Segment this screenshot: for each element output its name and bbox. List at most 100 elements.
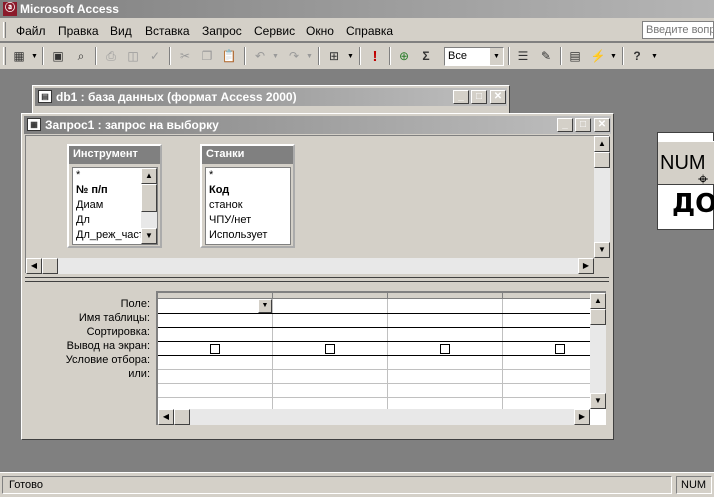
help-question-input[interactable] [642, 21, 714, 39]
table-title[interactable]: Инструмент [69, 146, 160, 164]
toolbar-grip [3, 47, 6, 65]
top-values-text: Все [448, 50, 467, 62]
field-cell-active[interactable]: ▼ [158, 299, 272, 313]
query-type-dropdown-icon[interactable]: ▼ [347, 53, 354, 60]
field-item[interactable]: Дл [73, 213, 143, 228]
scroll-down-icon[interactable]: ▼ [141, 228, 157, 244]
menu-view[interactable]: Вид [110, 24, 132, 38]
menu-query[interactable]: Запрос [202, 24, 242, 38]
field-item[interactable]: Дл_реж_част [73, 228, 143, 243]
undo-dropdown-icon[interactable]: ▼ [272, 53, 279, 60]
scroll-up-icon[interactable]: ▲ [594, 136, 610, 152]
scroll-down-icon[interactable]: ▼ [590, 393, 606, 409]
minimize-button[interactable]: _ [557, 118, 573, 132]
table-box-machines[interactable]: Станки * Код станок ЧПУ/нет Использует [200, 144, 295, 248]
redo-icon[interactable]: ↷ [284, 47, 304, 65]
field-list-scrollbar[interactable]: ▲ ▼ [141, 168, 157, 244]
run-icon[interactable]: ! [365, 47, 385, 65]
grid-hscrollbar[interactable]: ◀ ▶ [158, 409, 590, 425]
menu-edit[interactable]: Правка [58, 24, 99, 38]
scroll-thumb[interactable] [590, 309, 606, 325]
close-button[interactable]: ✕ [490, 90, 506, 104]
spelling-icon[interactable]: ✓ [145, 47, 165, 65]
table-pane-vscrollbar[interactable]: ▲ ▼ [594, 136, 610, 258]
menu-tools[interactable]: Сервис [254, 24, 295, 38]
scroll-down-icon[interactable]: ▼ [594, 242, 610, 258]
help-icon[interactable]: ? [627, 47, 647, 65]
scroll-right-icon[interactable]: ▶ [578, 258, 594, 274]
scroll-thumb[interactable] [174, 409, 190, 425]
new-object-dropdown-icon[interactable]: ▼ [610, 53, 617, 60]
toolbar-separator [508, 47, 510, 65]
table-pane-hscrollbar[interactable]: ◀ ▶ [26, 258, 594, 274]
menu-help[interactable]: Справка [346, 24, 393, 38]
scroll-up-icon[interactable]: ▲ [590, 293, 606, 309]
pane-splitter[interactable] [25, 277, 609, 282]
show-checkbox[interactable] [440, 344, 450, 354]
view-icon[interactable]: ▦ [9, 47, 29, 65]
top-values-combo[interactable]: Все ▼ [444, 47, 504, 66]
row-label-criteria: Условие отбора: [65, 354, 150, 366]
toolbar-separator [95, 47, 97, 65]
build-icon[interactable]: ✎ [536, 47, 556, 65]
minimize-button[interactable]: _ [453, 90, 469, 104]
table-box-instrument[interactable]: Инструмент * № п/п Диам Дл Дл_реж_част ▲… [67, 144, 162, 248]
help-dropdown-icon[interactable]: ▼ [651, 53, 658, 60]
row-divider [158, 341, 590, 342]
scroll-left-icon[interactable]: ◀ [158, 409, 174, 425]
scroll-right-icon[interactable]: ▶ [574, 409, 590, 425]
field-item[interactable]: Использует [206, 228, 290, 243]
app-title-bar: ⓐ Microsoft Access [0, 0, 714, 18]
show-checkbox[interactable] [210, 344, 220, 354]
print-preview-icon[interactable]: ◫ [123, 47, 143, 65]
field-item[interactable]: ЧПУ/нет [206, 213, 290, 228]
column-selector[interactable] [388, 293, 503, 299]
copy-icon[interactable]: ❐ [197, 47, 217, 65]
paste-icon[interactable]: 📋 [219, 47, 239, 65]
scroll-up-icon[interactable]: ▲ [141, 168, 157, 184]
field-item[interactable]: № п/п [73, 183, 143, 198]
query-type-icon[interactable]: ⊞ [324, 47, 344, 65]
field-item[interactable]: Диам [73, 198, 143, 213]
scroll-thumb[interactable] [42, 258, 58, 274]
chevron-down-icon[interactable]: ▼ [489, 48, 503, 65]
menu-file[interactable]: Файл [16, 24, 46, 38]
chevron-down-icon[interactable]: ▼ [258, 299, 272, 313]
close-button[interactable]: ✕ [594, 118, 610, 132]
menu-bar: Файл Правка Вид Вставка Запрос Сервис Ок… [0, 18, 714, 42]
field-item[interactable]: станок [206, 198, 290, 213]
grid-vscrollbar[interactable]: ▲ ▼ [590, 293, 606, 409]
database-window-titlebar: ▤ db1 : база данных (формат Access 2000)… [35, 88, 507, 106]
access-logo-icon: ⓐ [3, 2, 17, 16]
show-checkbox[interactable] [325, 344, 335, 354]
field-item[interactable]: Код [206, 183, 290, 198]
field-item[interactable]: * [73, 168, 143, 183]
scroll-left-icon[interactable]: ◀ [26, 258, 42, 274]
redo-dropdown-icon[interactable]: ▼ [306, 53, 313, 60]
maximize-button[interactable]: □ [471, 90, 487, 104]
totals-icon[interactable]: Σ [416, 47, 436, 65]
cut-icon[interactable]: ✂ [175, 47, 195, 65]
save-icon[interactable]: ▣ [48, 47, 68, 65]
properties-icon[interactable]: ☰ [513, 47, 533, 65]
column-selector[interactable] [273, 293, 388, 299]
field-item[interactable]: * [206, 168, 290, 183]
search-file-icon[interactable]: ⌕ [71, 47, 91, 65]
database-window-icon[interactable]: ▤ [565, 47, 585, 65]
undo-icon[interactable]: ↶ [250, 47, 270, 65]
scroll-thumb[interactable] [141, 184, 157, 212]
status-bar: Готово NUM [0, 472, 714, 497]
table-title[interactable]: Станки [202, 146, 293, 164]
print-icon[interactable]: ⎙ [101, 47, 121, 65]
show-checkbox[interactable] [555, 344, 565, 354]
maximize-button[interactable]: □ [575, 118, 591, 132]
background-window-fragment: NUM ⌖ ДО [657, 132, 714, 230]
menu-window[interactable]: Окно [306, 24, 334, 38]
menu-insert[interactable]: Вставка [145, 24, 190, 38]
view-dropdown-icon[interactable]: ▼ [31, 53, 38, 60]
new-object-icon[interactable]: ⚡ [588, 47, 608, 65]
show-table-icon[interactable]: ⊕ [394, 47, 414, 65]
scroll-thumb[interactable] [594, 152, 610, 168]
crosshair-icon: ⌖ [698, 169, 709, 189]
row-label-show: Вывод на экран: [66, 340, 150, 352]
